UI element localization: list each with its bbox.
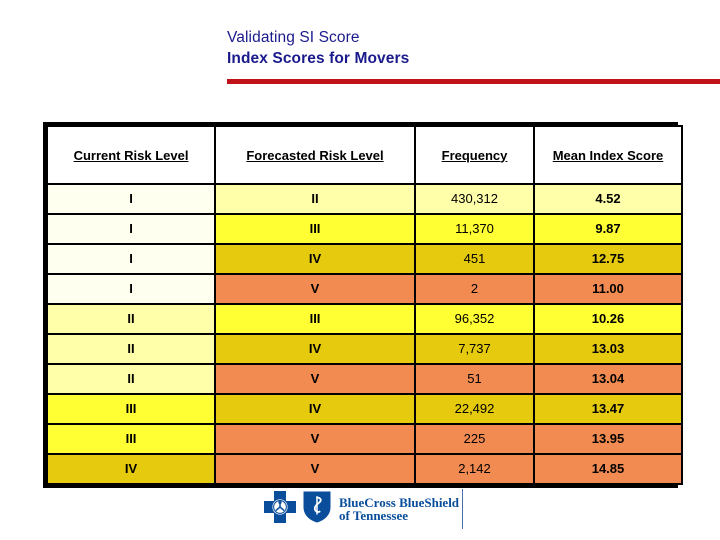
cell-current-risk-level: II	[46, 363, 216, 395]
cell-current-risk-level: II	[46, 303, 216, 335]
cell-frequency: 225	[414, 423, 535, 455]
cell-forecasted-risk-level: III	[214, 303, 416, 335]
cell-frequency: 7,737	[414, 333, 535, 365]
table-row: II IV 7,737 13.03	[46, 333, 683, 365]
risk-migration-table: Current Risk Level Forecasted Risk Level…	[46, 125, 683, 485]
column-header-mean-index-score: Mean Index Score	[533, 125, 683, 185]
cell-frequency: 22,492	[414, 393, 535, 425]
cell-mean-index-score: 10.26	[533, 303, 683, 335]
column-header-current-risk-level: Current Risk Level	[46, 125, 216, 185]
cell-forecasted-risk-level: V	[214, 423, 416, 455]
logo-wordmark: BlueCross BlueShield of Tennessee	[339, 496, 459, 522]
column-header-frequency: Frequency	[414, 125, 535, 185]
table-row: II V 51 13.04	[46, 363, 683, 395]
cell-current-risk-level: I	[46, 273, 216, 305]
column-header-forecasted-risk-level-label: Forecasted Risk Level	[246, 147, 384, 163]
cell-frequency: 96,352	[414, 303, 535, 335]
cell-mean-index-score: 14.85	[533, 453, 683, 485]
cell-forecasted-risk-level: IV	[214, 243, 416, 275]
cell-forecasted-risk-level: II	[214, 183, 416, 215]
cell-forecasted-risk-level: III	[214, 213, 416, 245]
cell-current-risk-level: I	[46, 243, 216, 275]
column-header-current-risk-level-label: Current Risk Level	[73, 147, 189, 163]
cell-forecasted-risk-level: V	[214, 273, 416, 305]
table-row: III IV 22,492 13.47	[46, 393, 683, 425]
slide-title: Validating SI Score Index Scores for Mov…	[227, 28, 720, 69]
table-body: I II 430,312 4.52 I III 11,370 9.87 I IV 451 12.75 I…	[46, 183, 683, 485]
cell-forecasted-risk-level: V	[214, 453, 416, 485]
column-header-frequency-label: Frequency	[441, 147, 508, 163]
cell-current-risk-level: I	[46, 213, 216, 245]
table-row: I III 11,370 9.87	[46, 213, 683, 245]
cell-current-risk-level: I	[46, 183, 216, 215]
table-row: I II 430,312 4.52	[46, 183, 683, 215]
cell-current-risk-level: III	[46, 423, 216, 455]
title-divider-rule	[227, 79, 720, 84]
cell-mean-index-score: 9.87	[533, 213, 683, 245]
blue-shield-icon	[302, 490, 332, 529]
cell-current-risk-level: II	[46, 333, 216, 365]
column-header-forecasted-risk-level: Forecasted Risk Level	[214, 125, 416, 185]
cell-mean-index-score: 12.75	[533, 243, 683, 275]
cell-frequency: 11,370	[414, 213, 535, 245]
cell-mean-index-score: 13.47	[533, 393, 683, 425]
blue-cross-icon	[263, 490, 297, 529]
cell-current-risk-level: IV	[46, 453, 216, 485]
cell-frequency: 2,142	[414, 453, 535, 485]
cell-frequency: 51	[414, 363, 535, 395]
slide-title-line-1: Validating SI Score	[227, 29, 360, 46]
bcbs-tennessee-logo: BlueCross BlueShield of Tennessee	[263, 489, 463, 529]
table-row: I V 2 11.00	[46, 273, 683, 305]
cell-forecasted-risk-level: IV	[214, 393, 416, 425]
table-row: III V 225 13.95	[46, 423, 683, 455]
cell-frequency: 430,312	[414, 183, 535, 215]
cell-frequency: 451	[414, 243, 535, 275]
cell-mean-index-score: 11.00	[533, 273, 683, 305]
cell-mean-index-score: 13.03	[533, 333, 683, 365]
cell-current-risk-level: III	[46, 393, 216, 425]
table-row: II III 96,352 10.26	[46, 303, 683, 335]
cell-mean-index-score: 13.04	[533, 363, 683, 395]
cell-forecasted-risk-level: IV	[214, 333, 416, 365]
table-row: I IV 451 12.75	[46, 243, 683, 275]
table-row: IV V 2,142 14.85	[46, 453, 683, 485]
risk-migration-table-container: Current Risk Level Forecasted Risk Level…	[43, 122, 683, 488]
slide-title-line-2: Index Scores for Movers	[227, 50, 410, 67]
logo-wordmark-line-2: of Tennessee	[339, 508, 408, 523]
cell-frequency: 2	[414, 273, 535, 305]
cell-mean-index-score: 13.95	[533, 423, 683, 455]
cell-forecasted-risk-level: V	[214, 363, 416, 395]
table-header-row: Current Risk Level Forecasted Risk Level…	[46, 125, 683, 185]
cell-mean-index-score: 4.52	[533, 183, 683, 215]
table-header: Current Risk Level Forecasted Risk Level…	[46, 125, 683, 185]
column-header-mean-index-score-label: Mean Index Score	[552, 147, 664, 163]
